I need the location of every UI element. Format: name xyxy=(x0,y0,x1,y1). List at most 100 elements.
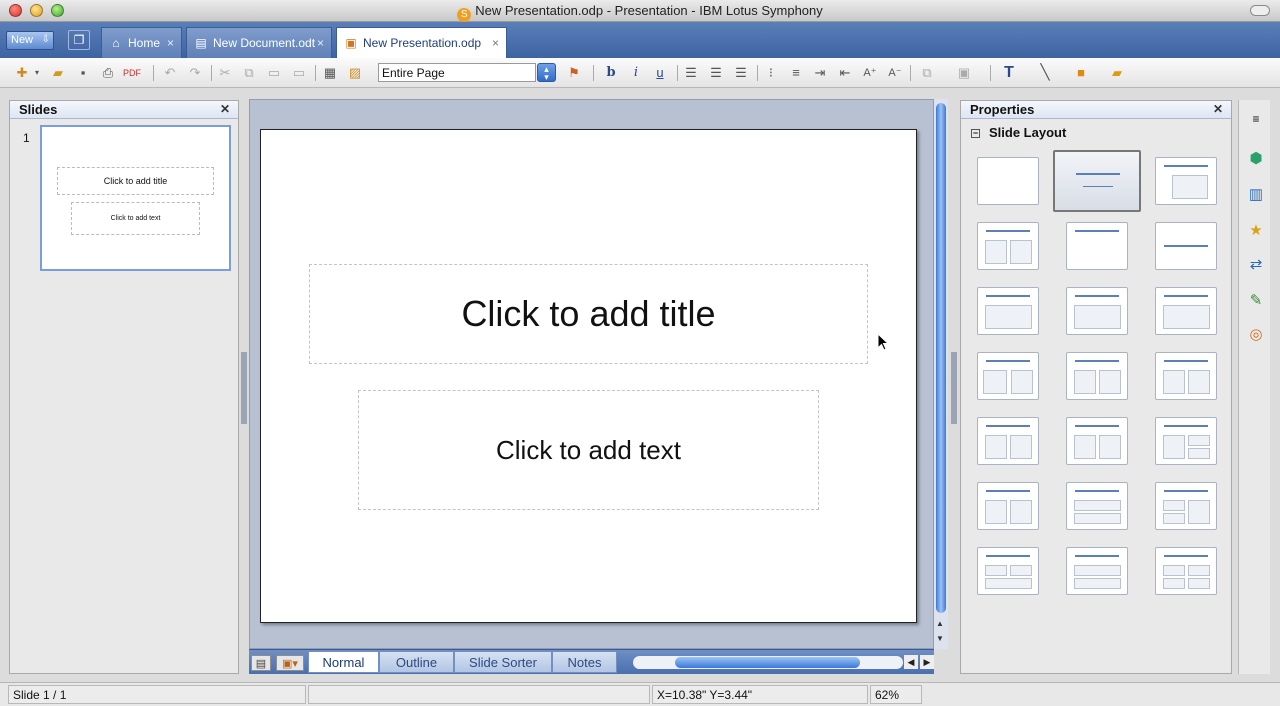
print-icon[interactable]: ⎙ xyxy=(99,64,117,82)
vertical-scrollbar[interactable]: ▲ ▼ xyxy=(934,99,948,649)
decrease-font-icon[interactable]: A⁻ xyxy=(886,64,904,82)
layout-object-over-text[interactable] xyxy=(1066,482,1128,530)
transition-icon[interactable]: ⇄ xyxy=(1245,254,1267,276)
layout-title-bullets[interactable] xyxy=(1155,157,1217,205)
scroll-right-icon[interactable]: ▶ xyxy=(920,655,934,669)
handout-icon[interactable]: ▤ xyxy=(251,655,271,671)
text-box-icon[interactable]: T xyxy=(1000,64,1018,82)
open-icon[interactable]: ▰ xyxy=(49,64,67,82)
tab-home[interactable]: ⌂ Home × xyxy=(101,27,182,58)
slide-canvas[interactable]: Click to add title Click to add text xyxy=(260,129,917,623)
new-dropdown-arrow-icon[interactable]: ▾ xyxy=(32,64,42,82)
table-icon[interactable]: ▦ xyxy=(321,64,339,82)
paste-special-icon[interactable]: ▭ xyxy=(290,64,308,82)
layout-text-object[interactable] xyxy=(1066,417,1128,465)
insert-image-icon[interactable]: ▨ xyxy=(346,64,364,82)
right-panel-splitter[interactable] xyxy=(951,352,957,424)
layout-text-over-object[interactable] xyxy=(1066,547,1128,595)
layout-two-bullets[interactable] xyxy=(977,222,1039,270)
chart-icon[interactable]: ▥ xyxy=(1245,184,1267,206)
scroll-left-icon[interactable]: ◀ xyxy=(904,655,918,669)
mouse-cursor-icon xyxy=(877,333,890,351)
close-tab-icon[interactable]: × xyxy=(167,36,174,50)
collapse-icon[interactable]: − xyxy=(971,129,980,138)
undo-icon[interactable]: ↶ xyxy=(161,64,179,82)
layout-title-chart[interactable] xyxy=(1066,287,1128,335)
callout-icon[interactable]: ▰ xyxy=(1108,64,1126,82)
zoom-select[interactable]: Entire Page xyxy=(378,63,536,82)
underline-icon[interactable]: u xyxy=(651,64,669,82)
layout-text-clipart[interactable] xyxy=(1155,352,1217,400)
tab-notes[interactable]: Notes xyxy=(552,651,617,673)
slide-layout-section[interactable]: − Slide Layout xyxy=(971,125,1066,140)
numbering-icon[interactable]: ≡ xyxy=(787,64,805,82)
layout-title-only[interactable] xyxy=(1066,222,1128,270)
line-icon[interactable]: ╲ xyxy=(1036,64,1054,82)
layout-title-table[interactable] xyxy=(1155,287,1217,335)
layout-two-objects-over-text[interactable] xyxy=(977,547,1039,595)
bullets-icon[interactable]: ⁝ xyxy=(762,64,780,82)
rectangle-icon[interactable]: ■ xyxy=(1072,64,1090,82)
arrange-icon[interactable]: ⧉ xyxy=(918,64,936,82)
paste-icon[interactable]: ▭ xyxy=(265,64,283,82)
italic-icon[interactable]: i xyxy=(627,64,645,82)
properties-cube-icon[interactable]: ⬢ xyxy=(1245,148,1267,170)
copy-icon[interactable]: ⧉ xyxy=(240,64,258,82)
align-left-icon[interactable]: ☰ xyxy=(682,64,700,82)
tab-new-document[interactable]: ▤ New Document.odt × xyxy=(186,27,332,58)
new-slide-icon[interactable]: ✚ xyxy=(13,64,31,82)
close-tab-icon[interactable]: × xyxy=(492,36,499,50)
layout-chart-text[interactable] xyxy=(977,417,1039,465)
save-icon[interactable]: ▪ xyxy=(74,64,92,82)
slide-show-icon[interactable]: ▣▾ xyxy=(276,655,304,671)
layout-title-object[interactable] xyxy=(977,287,1039,335)
bold-icon[interactable]: b xyxy=(602,64,620,82)
layout-clipart-text[interactable] xyxy=(977,352,1039,400)
scroll-down-icon[interactable]: ▼ xyxy=(936,634,944,643)
layout-text-chart[interactable] xyxy=(1066,352,1128,400)
layout-title-content[interactable] xyxy=(1053,150,1141,212)
layout-text-two-objects[interactable] xyxy=(1155,417,1217,465)
close-icon[interactable]: ✕ xyxy=(220,102,230,116)
export-pdf-icon[interactable]: PDF xyxy=(123,64,141,82)
close-icon[interactable]: ✕ xyxy=(1213,102,1223,116)
star-icon[interactable]: ★ xyxy=(1245,220,1267,242)
zoom-dropdown-icon[interactable]: ▴ ▾ xyxy=(537,63,556,82)
redo-icon[interactable]: ↷ xyxy=(186,64,204,82)
decrease-indent-icon[interactable]: ⇤ xyxy=(836,64,854,82)
layout-centered-text[interactable] xyxy=(1155,222,1217,270)
clear-formatting-icon[interactable]: ⚑ xyxy=(565,64,583,82)
increase-indent-icon[interactable]: ⇥ xyxy=(811,64,829,82)
horizontal-scroll-thumb[interactable] xyxy=(675,657,860,668)
align-right-icon[interactable]: ☰ xyxy=(732,64,750,82)
animation-icon[interactable]: ✎ xyxy=(1245,290,1267,312)
horizontal-scrollbar[interactable] xyxy=(633,656,903,669)
slide-thumbnail[interactable]: Click to add title Click to add text xyxy=(40,125,231,271)
layout-two-objects-text[interactable] xyxy=(1155,482,1217,530)
zoom-level[interactable]: 62% xyxy=(870,685,922,704)
open-new-window-button[interactable]: ❐ xyxy=(68,30,90,50)
text-placeholder[interactable]: Click to add text xyxy=(358,390,819,510)
close-tab-icon[interactable]: × xyxy=(317,36,324,50)
scroll-up-icon[interactable]: ▲ xyxy=(936,619,944,628)
new-button[interactable]: New ⇩ xyxy=(6,31,54,50)
layout-blank[interactable] xyxy=(977,157,1039,205)
align-center-icon[interactable]: ☰ xyxy=(707,64,725,82)
tab-new-presentation[interactable]: ▣ New Presentation.odp × xyxy=(336,27,507,59)
right-sidebar: ≡ ⬢ ▥ ★ ⇄ ✎ ◎ xyxy=(1238,100,1270,674)
increase-font-icon[interactable]: A⁺ xyxy=(861,64,879,82)
vertical-scroll-thumb[interactable] xyxy=(936,103,946,613)
home-icon: ⌂ xyxy=(112,36,120,50)
cut-icon[interactable]: ✂ xyxy=(216,64,234,82)
tab-outline[interactable]: Outline xyxy=(379,651,454,673)
group-icon[interactable]: ▣ xyxy=(955,64,973,82)
sidebar-menu-icon[interactable]: ≡ xyxy=(1245,108,1267,130)
layout-object-text[interactable] xyxy=(977,482,1039,530)
tab-normal[interactable]: Normal xyxy=(308,651,379,673)
navigator-icon[interactable]: ◎ xyxy=(1245,324,1267,346)
tab-slide-sorter[interactable]: Slide Sorter xyxy=(454,651,552,673)
layout-four-objects[interactable] xyxy=(1155,547,1217,595)
left-panel-splitter[interactable] xyxy=(241,352,247,424)
toolbar-toggle-button[interactable] xyxy=(1250,5,1270,16)
title-placeholder[interactable]: Click to add title xyxy=(309,264,868,364)
